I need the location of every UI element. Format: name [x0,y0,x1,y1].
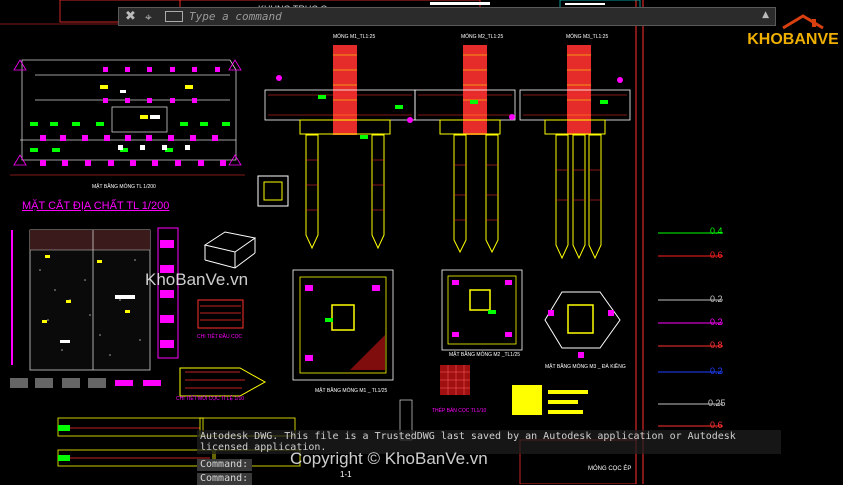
command-history-message: Autodesk DWG. This file is a TrustedDWG … [197,430,781,454]
plan-m1-caption: MẶT BẰNG MÓNG M1 _ TL1/25 [315,388,388,394]
command-prompt[interactable]: Command: [197,459,252,471]
command-bar: ✖ ⌖ Type a command ▲ [118,7,776,26]
column-title-m3: MÓNG M3_TL1:25 [566,34,609,40]
customize-icon[interactable]: ⌖ [145,9,152,25]
plan-m2-caption: MẶT BẰNG MÓNG M2 _TL1/25 [449,352,521,358]
legend-label: 0.25 [708,398,726,408]
close-icon[interactable]: ✖ [125,9,136,25]
pile-cap-caption: CHI TIẾT ĐẦU CỌC [197,334,243,340]
legend-label: 0.8 [710,340,723,350]
legend-label: 0.6 [710,420,723,430]
steel-plate-caption: THÉP BẢN CỌC TL1/10 [432,408,487,414]
legend-label: 0.2 [710,366,723,376]
legend-label: 0.2 [710,317,723,327]
legend-label: 0.2 [710,294,723,304]
drawing-canvas[interactable] [0,0,843,484]
section-label: 1-1 [340,470,352,479]
legend-label: 0.4 [710,226,723,236]
pile-section-caption: MÓNG CỌC ÉP [588,466,632,472]
copyright-watermark: Copyright © KhoBanVe.vn [290,449,488,468]
column-title-m2: MÓNG M2_TL1:25 [461,34,504,40]
command-input[interactable]: Type a command [189,9,282,25]
logo-text: KHOBANVE [748,31,838,48]
pile-tip-caption: CHI TIẾT MŨI CỌC TỈ LỆ 1/10 [176,396,245,402]
plan-m3-caption: MẶT BẰNG MÓNG M3 _ ĐÀ KIỀNG [545,364,626,370]
command-window-icon[interactable] [165,11,183,22]
khobanve-logo: KHOBANVE [747,14,839,54]
legend-label: 0.6 [710,250,723,260]
geology-title: MẶT CẮT ĐỊA CHẤT TL 1/200 [22,200,170,212]
command-prompt[interactable]: Command: [197,473,252,485]
center-watermark: KhoBanVe.vn [145,270,249,289]
column-title-m1: MÓNG M1_TL1:25 [333,34,376,40]
site-plan-caption: MẶT BẰNG MÓNG TL 1/200 [92,184,156,190]
